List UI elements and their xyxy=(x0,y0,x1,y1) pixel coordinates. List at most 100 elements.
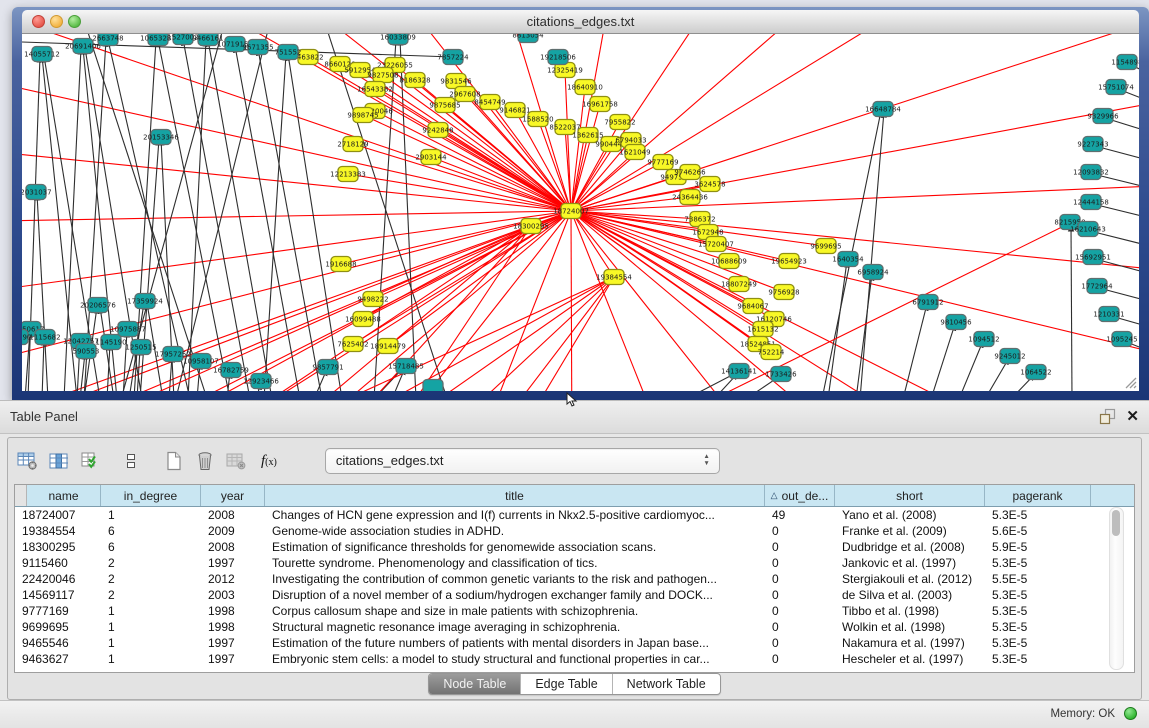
graph-edge[interactable] xyxy=(571,34,1139,211)
table-cell: 1997 xyxy=(201,556,265,570)
network-view-window[interactable]: citations_edges.txt 18724007746382286601… xyxy=(12,7,1149,400)
table-panel: Table Panel ✕ xyxy=(0,400,1149,727)
table-panel-title: Table Panel xyxy=(10,409,78,424)
table-cell: 19384554 xyxy=(15,524,101,538)
column-gutter[interactable] xyxy=(15,485,27,506)
canvas-resize-grip[interactable] xyxy=(1123,375,1137,389)
column-header-in-degree[interactable]: in_degree xyxy=(101,485,201,506)
memory-status-indicator[interactable] xyxy=(1124,707,1137,720)
graph-node-label: 9329966 xyxy=(1087,113,1119,121)
column-header-out-de-[interactable]: △out_de... xyxy=(765,485,835,506)
table-cell: Yano et al. (2008) xyxy=(835,508,985,522)
table-cell: Embryonic stem cells: a model to study s… xyxy=(265,652,765,666)
graph-edge[interactable] xyxy=(959,341,983,391)
graph-node-label: 7386372 xyxy=(684,216,715,224)
network-canvas[interactable]: 1872400774638228660128591295423226055982… xyxy=(22,34,1139,391)
graph-node-label: 16782759 xyxy=(213,367,249,375)
table-row[interactable]: 1938455462009Genome-wide association stu… xyxy=(15,523,1134,539)
table-cell: 0 xyxy=(765,524,835,538)
graph-edge[interactable] xyxy=(1071,225,1072,391)
graph-node-label: 7625402 xyxy=(337,341,368,349)
graph-edge[interactable] xyxy=(172,34,571,211)
graph-edge[interactable] xyxy=(931,324,955,391)
graph-edge[interactable] xyxy=(856,274,872,391)
tab-node-table[interactable]: Node Table xyxy=(429,674,520,694)
graph-edge[interactable] xyxy=(571,104,600,211)
table-cell: 22420046 xyxy=(15,572,101,586)
table-row[interactable]: 2242004622012Investigating the contribut… xyxy=(15,571,1134,587)
new-table-icon[interactable] xyxy=(162,448,186,474)
function-builder-icon[interactable]: f(x) xyxy=(261,453,277,470)
graph-edge[interactable] xyxy=(571,211,763,329)
table-cell: 5.3E-5 xyxy=(985,652,1091,666)
table-selector[interactable]: citations_edges.txt ▲▼ xyxy=(325,448,720,474)
node-table[interactable]: namein_degreeyeartitle△out_de...shortpag… xyxy=(14,484,1135,673)
column-header-name[interactable]: name xyxy=(27,485,101,506)
graph-node[interactable] xyxy=(423,380,443,392)
graph-edge[interactable] xyxy=(571,135,588,211)
mouse-cursor xyxy=(566,392,578,408)
table-row[interactable]: 911546021997Tourette syndrome. Phenomeno… xyxy=(15,555,1134,571)
table-row[interactable]: 977716911998Corpus callosum shape and si… xyxy=(15,603,1134,619)
graph-edge[interactable] xyxy=(571,211,1139,364)
graph-edge[interactable] xyxy=(571,94,1139,211)
table-cell: 5.3E-5 xyxy=(985,620,1091,634)
table-cell: 1997 xyxy=(201,652,265,666)
graph-edge[interactable] xyxy=(571,184,1139,211)
rows-icon[interactable] xyxy=(119,448,143,474)
graph-edge[interactable] xyxy=(502,277,614,391)
graph-node-label: 24364436 xyxy=(672,194,708,202)
import-table-disabled-icon[interactable] xyxy=(224,448,248,474)
table-row[interactable]: 1830029562008Estimation of significance … xyxy=(15,539,1134,555)
table-cell: 9777169 xyxy=(15,604,101,618)
delete-table-icon[interactable] xyxy=(193,448,217,474)
status-bar: Memory: OK xyxy=(0,700,1149,728)
table-cell: 2 xyxy=(101,588,201,602)
table-settings-icon[interactable] xyxy=(16,448,40,474)
scrollbar-thumb[interactable] xyxy=(1112,510,1120,536)
graph-node-label: 14055712 xyxy=(24,51,60,59)
table-cell: 1998 xyxy=(201,604,265,618)
tab-network-table[interactable]: Network Table xyxy=(612,674,720,694)
tab-edge-table[interactable]: Edge Table xyxy=(520,674,611,694)
table-body: 1872400712008Changes of HCN gene express… xyxy=(15,507,1134,667)
column-header-short[interactable]: short xyxy=(835,485,985,506)
table-cell: Investigating the contribution of common… xyxy=(265,572,765,586)
graph-node-label: 16210643 xyxy=(1070,226,1106,234)
graph-edge[interactable] xyxy=(903,304,927,391)
table-row[interactable]: 1456911722003Disruption of a novel membe… xyxy=(15,587,1134,603)
table-cell: 0 xyxy=(765,620,835,634)
table-filter-check-icon[interactable] xyxy=(78,448,102,474)
table-cell: 6 xyxy=(101,540,201,554)
graph-node-label: 1621049 xyxy=(619,149,650,157)
graph-node-label: 1916688 xyxy=(325,261,356,269)
close-panel-icon[interactable]: ✕ xyxy=(1126,408,1139,425)
table-row[interactable]: 946554611997Estimation of the future num… xyxy=(15,635,1134,651)
graph-node-label: 9671355 xyxy=(242,44,273,52)
graph-edge[interactable] xyxy=(400,39,416,391)
graph-node-label: 18300295 xyxy=(513,223,549,231)
column-header-pagerank[interactable]: pagerank xyxy=(985,485,1091,506)
table-cell: 14569117 xyxy=(15,588,101,602)
graph-edge[interactable] xyxy=(828,261,847,391)
table-cell: Estimation of significance thresholds fo… xyxy=(265,540,765,554)
column-header-title[interactable]: title xyxy=(265,485,765,506)
table-row[interactable]: 969969511998Structural magnetic resonanc… xyxy=(15,619,1134,635)
table-cell: 49 xyxy=(765,508,835,522)
graph-node-label: 8522037 xyxy=(549,124,580,132)
window-titlebar[interactable]: citations_edges.txt xyxy=(22,10,1139,34)
graph-node-label: 20691406 xyxy=(65,43,101,51)
table-vertical-scrollbar[interactable] xyxy=(1109,507,1124,670)
graph-node-label: 9498222 xyxy=(357,296,388,304)
table-cell: 5.5E-5 xyxy=(985,572,1091,586)
graph-node-label: 10975887 xyxy=(110,326,146,334)
float-panel-icon[interactable] xyxy=(1099,408,1116,425)
graph-edge[interactable] xyxy=(37,194,48,391)
table-row[interactable]: 1872400712008Changes of HCN gene express… xyxy=(15,507,1134,523)
network-graph[interactable]: 1872400774638228660128591295423226055982… xyxy=(22,34,1139,391)
table-cell: Genome-wide association studies in ADHD. xyxy=(265,524,765,538)
table-cell: 0 xyxy=(765,652,835,666)
select-column-icon[interactable] xyxy=(47,448,71,474)
column-header-year[interactable]: year xyxy=(201,485,265,506)
table-row[interactable]: 946362711997Embryonic stem cells: a mode… xyxy=(15,651,1134,667)
